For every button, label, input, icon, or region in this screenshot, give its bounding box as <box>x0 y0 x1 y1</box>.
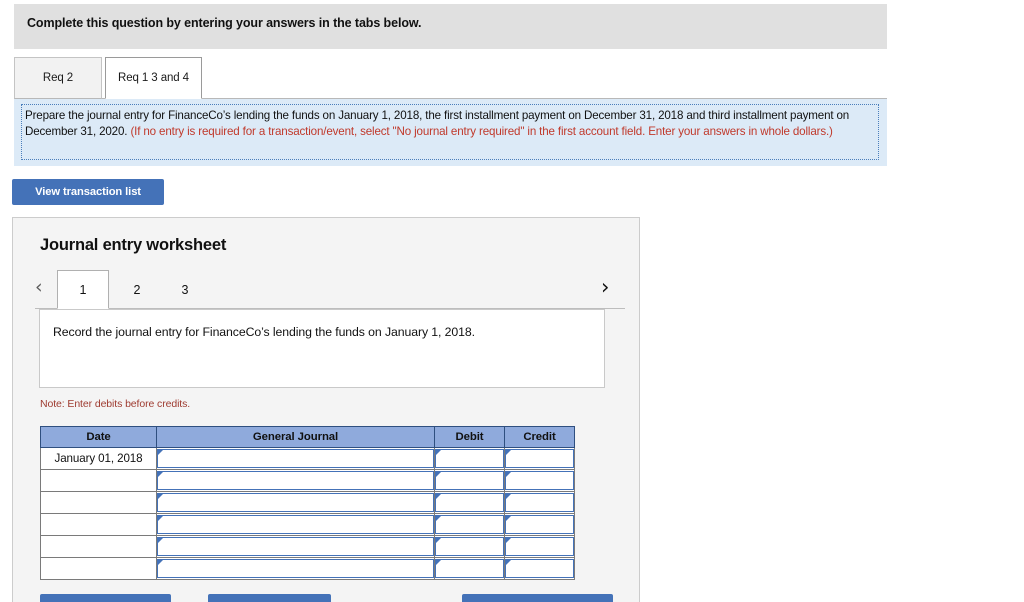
general-journal-cell[interactable] <box>156 491 435 514</box>
credit-input[interactable] <box>505 515 574 534</box>
column-header-date: Date <box>40 426 157 448</box>
general-journal-input[interactable] <box>157 537 434 556</box>
date-cell[interactable] <box>40 513 157 536</box>
journal-entry-worksheet-card: Journal entry worksheet ‹ 1 2 3 › Record… <box>12 217 640 602</box>
date-cell[interactable] <box>40 535 157 558</box>
debit-input[interactable] <box>435 449 504 468</box>
general-journal-input[interactable] <box>157 449 434 468</box>
debit-input[interactable] <box>435 515 504 534</box>
instruction-banner: Complete this question by entering your … <box>14 4 887 49</box>
table-row <box>40 535 575 558</box>
general-journal-cell[interactable] <box>156 535 435 558</box>
general-journal-cell[interactable] <box>156 513 435 536</box>
tab-req-2[interactable]: Req 2 <box>14 57 102 99</box>
general-journal-input[interactable] <box>157 559 434 578</box>
entry-description-text: Record the journal entry for FinanceCo’s… <box>53 325 475 339</box>
debit-cell[interactable] <box>434 513 505 536</box>
column-header-general-journal: General Journal <box>156 426 435 448</box>
instruction-text-box: Prepare the journal entry for FinanceCo’… <box>21 104 879 160</box>
general-journal-cell[interactable] <box>156 447 435 470</box>
table-header-row: Date General Journal Debit Credit <box>40 426 575 448</box>
credit-cell[interactable] <box>504 447 575 470</box>
instruction-text-red: (If no entry is required for a transacti… <box>130 124 833 138</box>
bottom-button-2[interactable] <box>208 594 331 602</box>
credit-cell[interactable] <box>504 491 575 514</box>
column-header-credit: Credit <box>504 426 575 448</box>
entry-description-box: Record the journal entry for FinanceCo’s… <box>39 309 605 388</box>
credit-input[interactable] <box>505 471 574 490</box>
instruction-panel: Prepare the journal entry for FinanceCo’… <box>14 99 887 166</box>
debit-cell[interactable] <box>434 491 505 514</box>
bottom-button-1[interactable] <box>40 594 171 602</box>
debit-input[interactable] <box>435 537 504 556</box>
general-journal-input[interactable] <box>157 493 434 512</box>
general-journal-cell[interactable] <box>156 469 435 492</box>
worksheet-title: Journal entry worksheet <box>40 236 227 254</box>
credit-cell[interactable] <box>504 469 575 492</box>
table-row <box>40 557 575 580</box>
general-journal-input[interactable] <box>157 515 434 534</box>
tab-req-1-3-and-4[interactable]: Req 1 3 and 4 <box>105 57 202 99</box>
debit-cell[interactable] <box>434 557 505 580</box>
date-cell[interactable] <box>40 491 157 514</box>
table-row: January 01, 2018 <box>40 447 575 470</box>
question-page: Complete this question by entering your … <box>0 0 1024 602</box>
worksheet-page-3[interactable]: 3 <box>165 270 205 309</box>
worksheet-pager: ‹ 1 2 3 › <box>35 270 625 309</box>
credit-input[interactable] <box>505 493 574 512</box>
view-transaction-list-button[interactable]: View transaction list <box>12 179 164 205</box>
chevron-left-icon[interactable]: ‹ <box>35 276 43 298</box>
table-row <box>40 469 575 492</box>
column-header-debit: Debit <box>434 426 505 448</box>
general-journal-input[interactable] <box>157 471 434 490</box>
credit-input[interactable] <box>505 559 574 578</box>
debit-input[interactable] <box>435 471 504 490</box>
date-cell[interactable]: January 01, 2018 <box>40 447 157 470</box>
credit-cell[interactable] <box>504 513 575 536</box>
date-cell[interactable] <box>40 469 157 492</box>
date-cell[interactable] <box>40 557 157 580</box>
journal-entry-table: Date General Journal Debit Credit Januar… <box>40 426 575 580</box>
debit-input[interactable] <box>435 493 504 512</box>
worksheet-page-1[interactable]: 1 <box>57 270 109 309</box>
credit-input[interactable] <box>505 449 574 468</box>
debit-cell[interactable] <box>434 469 505 492</box>
credit-input[interactable] <box>505 537 574 556</box>
table-row <box>40 513 575 536</box>
worksheet-page-2[interactable]: 2 <box>117 270 157 309</box>
general-journal-cell[interactable] <box>156 557 435 580</box>
debit-cell[interactable] <box>434 447 505 470</box>
debits-before-credits-note: Note: Enter debits before credits. <box>40 398 191 410</box>
banner-text: Complete this question by entering your … <box>27 16 422 30</box>
chevron-right-icon[interactable]: › <box>601 276 609 298</box>
credit-cell[interactable] <box>504 557 575 580</box>
debit-input[interactable] <box>435 559 504 578</box>
table-row <box>40 491 575 514</box>
credit-cell[interactable] <box>504 535 575 558</box>
bottom-button-3[interactable] <box>462 594 613 602</box>
debit-cell[interactable] <box>434 535 505 558</box>
requirement-tabs: Req 2 Req 1 3 and 4 <box>14 57 887 99</box>
